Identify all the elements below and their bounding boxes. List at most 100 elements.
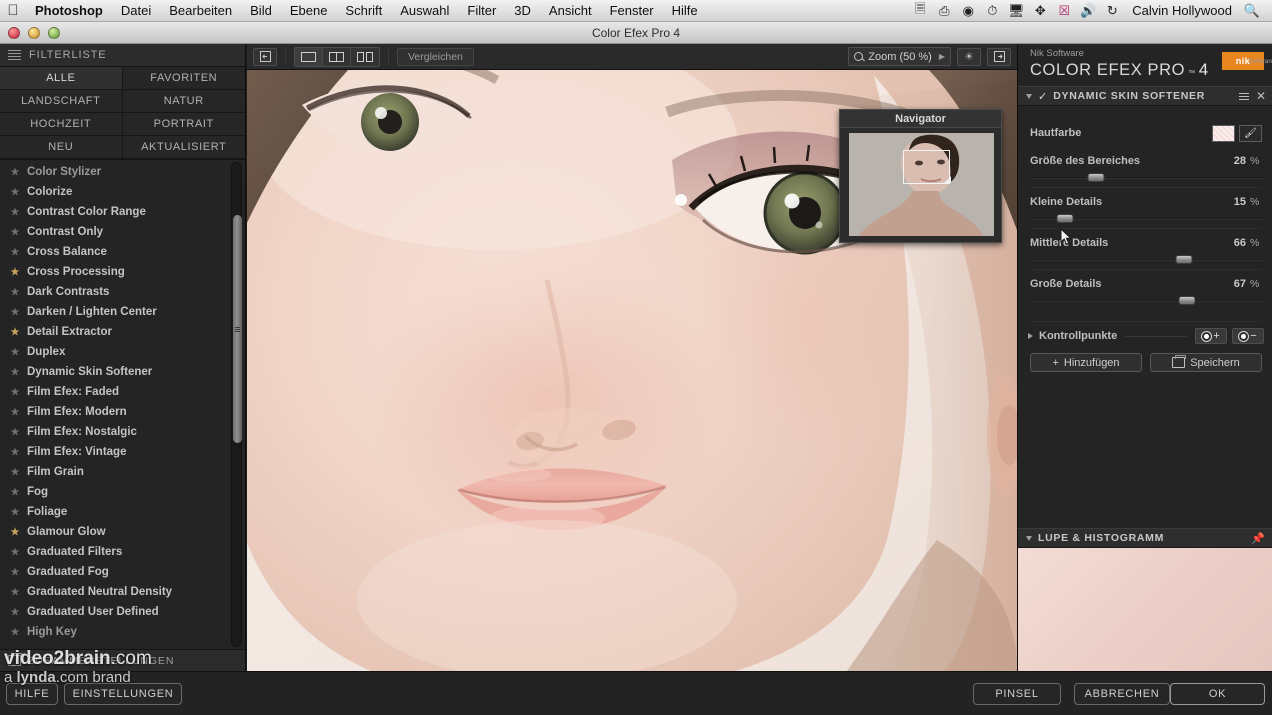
star-filled-icon[interactable]: ★ (10, 267, 20, 278)
filter-list-item[interactable]: ★ Graduated Filters (0, 542, 245, 562)
slider-thumb[interactable] (1087, 173, 1105, 182)
category-aktualisiert[interactable]: AKTUALISIERT (122, 136, 245, 159)
menu-item-photoshop[interactable]: Photoshop (26, 0, 112, 22)
control-value-kleine-details[interactable]: 15 (1226, 196, 1246, 208)
menu-item-filter[interactable]: Filter (458, 0, 505, 22)
star-outline-icon[interactable]: ★ (10, 387, 20, 398)
fullscreen-icon[interactable] (987, 47, 1011, 66)
slider-thumb[interactable] (1178, 296, 1196, 305)
menu-item-hilfe[interactable]: Hilfe (663, 0, 707, 22)
star-outline-icon[interactable]: ★ (10, 367, 20, 378)
star-filled-icon[interactable]: ★ (10, 327, 20, 338)
volume-icon[interactable]: 🔊 (1076, 0, 1100, 22)
list-icon[interactable] (8, 50, 21, 60)
slider-thumb[interactable] (1056, 214, 1074, 223)
triangle-down-icon[interactable] (1026, 535, 1032, 541)
filter-list-item[interactable]: ★ Graduated User Defined (0, 602, 245, 622)
star-outline-icon[interactable]: ★ (10, 347, 20, 358)
airplay-icon[interactable]: ☒ (1052, 0, 1076, 22)
slider-mittlere-details[interactable] (1030, 254, 1264, 266)
skin-color-swatch[interactable] (1212, 124, 1235, 142)
sync-icon[interactable]: ↻ (1100, 0, 1124, 22)
menu-item-3d[interactable]: 3D (505, 0, 540, 22)
search-icon[interactable]: 🔍 (1240, 0, 1264, 22)
display-icon[interactable]: 🖥 (1004, 0, 1028, 22)
filter-list-item[interactable]: ★ Duplex (0, 342, 245, 362)
clock-icon[interactable]: ⏱ (980, 0, 1004, 22)
star-outline-icon[interactable]: ★ (10, 187, 20, 198)
bluetooth-icon[interactable]: ✥ (1028, 0, 1052, 22)
navigator-viewport-rect[interactable] (903, 150, 950, 184)
menu-item-bearbeiten[interactable]: Bearbeiten (160, 0, 241, 22)
navigator-thumbnail[interactable] (849, 133, 994, 236)
slider-grosse-details[interactable] (1030, 295, 1264, 307)
star-outline-icon[interactable]: ★ (10, 247, 20, 258)
filter-list-item[interactable]: ★ Glamour Glow (0, 522, 245, 542)
star-outline-icon[interactable]: ★ (10, 627, 20, 638)
caret-right-icon[interactable]: ▶ (937, 52, 945, 61)
filter-list-item[interactable]: ★ Contrast Color Range (0, 202, 245, 222)
zoom-control[interactable]: Zoom (50 %) ▶ (848, 47, 951, 66)
pin-icon[interactable]: 📌 (1251, 532, 1265, 545)
star-outline-icon[interactable]: ★ (10, 407, 20, 418)
add-filter-button[interactable]: + Hinzufügen (1030, 353, 1142, 372)
category-hochzeit[interactable]: HOCHZEIT (0, 113, 123, 136)
filter-list-item[interactable]: ★ Detail Extractor (0, 322, 245, 342)
menu-item-ansicht[interactable]: Ansicht (540, 0, 601, 22)
image-canvas[interactable]: Navigator (247, 70, 1017, 671)
loupe-preview[interactable] (1018, 548, 1272, 671)
check-icon[interactable]: ✓ (1038, 90, 1047, 103)
menu-bar-user[interactable]: Calvin Hollywood (1124, 3, 1240, 18)
filter-list[interactable]: ★ Color Stylizer ★ Colorize ★ Contrast Color … (0, 160, 245, 649)
filter-list-item[interactable]: ★ Film Efex: Vintage (0, 442, 245, 462)
category-alle[interactable]: ALLE (0, 67, 123, 90)
control-point-remove-icon[interactable]: − (1232, 328, 1264, 344)
filter-list-item[interactable]: ★ Color Stylizer (0, 162, 245, 182)
ok-button[interactable]: OK (1170, 683, 1265, 705)
eyedropper-icon[interactable]: 🖌 (1239, 124, 1262, 142)
category-favoriten[interactable]: FAVORITEN (122, 67, 245, 90)
filter-list-item[interactable]: ★ Film Grain (0, 462, 245, 482)
help-button[interactable]: HILFE (6, 683, 58, 705)
filter-list-item[interactable]: ★ Foliage (0, 502, 245, 522)
settings-button[interactable]: EINSTELLUNGEN (64, 683, 182, 705)
menu-item-fenster[interactable]: Fenster (601, 0, 663, 22)
star-outline-icon[interactable]: ★ (10, 487, 20, 498)
star-outline-icon[interactable]: ★ (10, 307, 20, 318)
slider-kleine-details[interactable] (1030, 213, 1264, 225)
filter-list-item[interactable]: ★ Dynamic Skin Softener (0, 362, 245, 382)
category-landschaft[interactable]: LANDSCHAFT (0, 90, 123, 113)
filter-list-item[interactable]: ★ Film Efex: Faded (0, 382, 245, 402)
star-outline-icon[interactable]: ★ (10, 587, 20, 598)
slider-groesse-des-bereiches[interactable] (1030, 172, 1264, 184)
star-outline-icon[interactable]: ★ (10, 567, 20, 578)
menu-item-datei[interactable]: Datei (112, 0, 160, 22)
star-outline-icon[interactable]: ★ (10, 547, 20, 558)
menu-item-schrift[interactable]: Schrift (336, 0, 391, 22)
filter-list-item[interactable]: ★ Colorize (0, 182, 245, 202)
control-value-mittlere-details[interactable]: 66 (1226, 237, 1246, 249)
menu-item-bild[interactable]: Bild (241, 0, 281, 22)
wifi-icon[interactable]: ◉ (956, 0, 980, 22)
filter-list-item[interactable]: ★ Darken / Lighten Center (0, 302, 245, 322)
compare-button[interactable]: Vergleichen (397, 47, 474, 66)
filter-list-item[interactable]: ★ Cross Processing (0, 262, 245, 282)
split-view-icon[interactable] (323, 47, 351, 66)
star-outline-icon[interactable]: ★ (10, 207, 20, 218)
star-outline-icon[interactable]: ★ (10, 507, 20, 518)
navigator-panel[interactable]: Navigator (839, 109, 1002, 243)
cancel-button[interactable]: ABBRECHEN (1074, 683, 1170, 705)
star-outline-icon[interactable]: ★ (10, 447, 20, 458)
filter-list-item[interactable]: ★ Graduated Fog (0, 562, 245, 582)
star-outline-icon[interactable]: ★ (10, 167, 20, 178)
brush-button[interactable]: PINSEL (973, 683, 1061, 705)
filter-list-scrollbar[interactable] (231, 162, 242, 647)
triangle-down-icon[interactable] (1026, 93, 1032, 99)
category-neu[interactable]: NEU (0, 136, 123, 159)
category-portrait[interactable]: PORTRAIT (122, 113, 245, 136)
filter-list-item[interactable]: ★ Graduated Neutral Density (0, 582, 245, 602)
side-by-side-view-icon[interactable] (351, 47, 379, 66)
filter-list-item[interactable]: ★ Cross Balance (0, 242, 245, 262)
category-natur[interactable]: NATUR (122, 90, 245, 113)
apple-icon[interactable]:  (0, 3, 26, 18)
